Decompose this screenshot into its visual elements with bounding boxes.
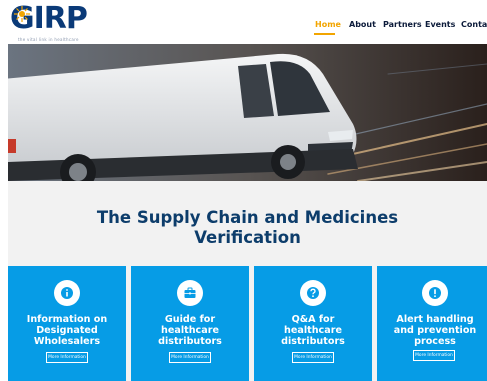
card-title: Information on Designated Wholesalers [26, 314, 108, 347]
more-information-button[interactable]: More Information [413, 350, 455, 361]
more-information-button[interactable]: More Information [292, 352, 334, 363]
card-guide-distributors[interactable]: Guide for healthcare distributors More Inf… [131, 266, 249, 381]
more-information-button[interactable]: More Information [46, 352, 88, 363]
card-designated-wholesalers[interactable]: Information on Designated Wholesalers More… [8, 266, 126, 381]
card-alert-handling[interactable]: Alert handling and prevention process More… [377, 266, 487, 381]
card-title: Q&A for healthcare distributors [281, 314, 345, 347]
card-qa-distributors[interactable]: Q&A for healthcare distributors More Infor… [254, 266, 372, 381]
card-title: Guide for healthcare distributors [158, 314, 222, 347]
nav-active-underline [314, 33, 335, 35]
page-headline: The Supply Chain and Medicines Verificat… [8, 208, 487, 248]
logo-tagline: the vital link in healthcare [18, 37, 79, 42]
headline-line-2: Verification [194, 228, 301, 247]
more-information-button[interactable]: More Information [169, 352, 211, 363]
hero-van-illustration [8, 44, 487, 181]
nav-home[interactable]: Home [315, 20, 341, 29]
girp-logo[interactable]: GIRP the vital link in healthcare [10, 2, 105, 43]
nav-partners[interactable]: Partners [383, 20, 422, 29]
hero-image [8, 44, 487, 181]
nav-about[interactable]: About [349, 20, 376, 29]
card-title: Alert handling and prevention process [393, 314, 477, 347]
question-icon [300, 280, 326, 306]
info-icon [54, 280, 80, 306]
logo-star-icon [14, 6, 30, 22]
alert-icon [422, 280, 448, 306]
nav-events[interactable]: Events [425, 20, 455, 29]
site-header: GIRP the vital link in healthcare Home A… [0, 0, 487, 44]
nav-contact[interactable]: Contact [461, 20, 487, 29]
briefcase-icon [177, 280, 203, 306]
headline-line-1: The Supply Chain and Medicines [96, 208, 399, 227]
